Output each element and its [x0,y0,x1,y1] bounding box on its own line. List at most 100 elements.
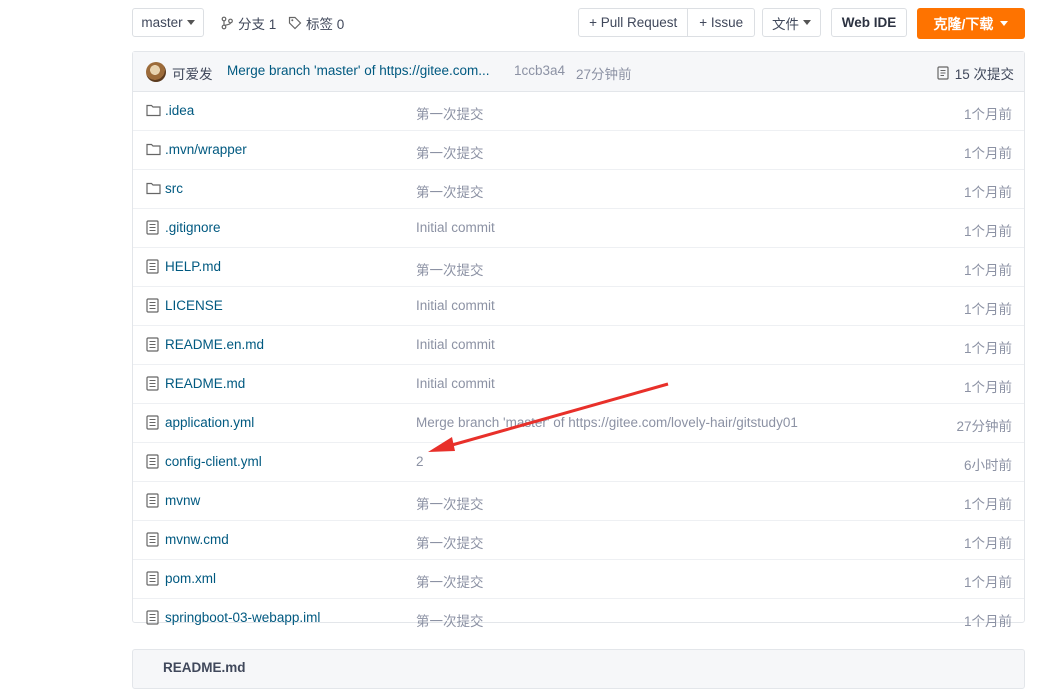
chevron-down-icon [186,20,195,25]
file-commit-message[interactable]: 第一次提交 [416,181,484,201]
file-name[interactable]: mvnw.cmd [165,532,229,547]
tag-icon [288,16,302,29]
file-commit-message[interactable]: 第一次提交 [416,610,484,630]
file-row[interactable]: .idea 第一次提交 1个月前 [133,92,1024,131]
file-commit-time: 1个月前 [963,146,1012,161]
file-commit-time: 1个月前 [963,302,1012,317]
commit-message[interactable]: Merge branch 'master' of https://gitee.c… [227,63,490,78]
file-icon [146,220,159,238]
file-icon [146,454,159,472]
file-commit-message[interactable]: Initial commit [416,220,495,235]
latest-commit-bar: 可爱发 Merge branch 'master' of https://git… [133,52,1024,92]
file-commit-message[interactable]: 第一次提交 [416,103,484,123]
file-name[interactable]: src [165,181,183,196]
file-list: 可爱发 Merge branch 'master' of https://git… [132,51,1025,629]
file-row[interactable]: application.yml Merge branch 'master' of … [133,404,1024,443]
file-name[interactable]: pom.xml [165,571,216,586]
file-commit-message[interactable]: 第一次提交 [416,532,484,552]
file-commit-message[interactable]: Initial commit [416,376,495,391]
file-commit-time: 1个月前 [963,224,1012,239]
file-commit-message[interactable]: Initial commit [416,337,495,352]
file-commit-time: 27分钟前 [956,419,1012,434]
file-commit-message[interactable]: 第一次提交 [416,571,484,591]
file-icon [146,571,159,589]
file-menu-label: 文件 [772,16,799,32]
file-row[interactable]: mvnw.cmd 第一次提交 1个月前 [133,521,1024,560]
file-commit-message[interactable]: Initial commit [416,298,495,313]
file-commit-message[interactable]: 第一次提交 [416,142,484,162]
file-name[interactable]: application.yml [165,415,254,430]
file-commit-time: 1个月前 [963,185,1012,200]
web-ide-label: Web IDE [841,15,897,30]
chevron-down-icon [803,20,811,25]
file-row[interactable]: src 第一次提交 1个月前 [133,170,1024,209]
file-name[interactable]: HELP.md [165,259,221,274]
file-row[interactable]: .gitignore Initial commit 1个月前 [133,209,1024,248]
file-commit-time: 1个月前 [963,380,1012,395]
branches-count: 分支 1 [238,16,277,32]
commit-sha[interactable]: 1ccb3a4 [514,63,565,78]
file-commit-time: 6小时前 [963,458,1012,473]
file-commit-time: 1个月前 [963,107,1012,122]
file-name[interactable]: .gitignore [165,220,221,235]
file-icon [146,415,159,433]
branch-icon [221,16,233,29]
file-icon [146,610,159,628]
commit-count-link[interactable]: 15 次提交 [937,63,1014,83]
file-name[interactable]: .mvn/wrapper [165,142,247,157]
file-rows: .idea 第一次提交 1个月前 .mvn/wrapper 第一次提交 1个月前 src 第一… [133,92,1024,637]
file-commit-time: 1个月前 [963,614,1012,629]
file-commit-message[interactable]: 第一次提交 [416,259,484,279]
commit-author[interactable]: 可爱发 [172,63,213,83]
tags-link[interactable]: 标签 0 [288,8,344,37]
file-commit-time: 1个月前 [963,263,1012,278]
file-name[interactable]: README.en.md [165,337,264,352]
file-commit-time: 1个月前 [963,575,1012,590]
file-commit-message[interactable]: 第一次提交 [416,493,484,513]
file-commit-time: 1个月前 [963,341,1012,356]
file-commit-time: 1个月前 [963,497,1012,512]
repo-toolbar: master 分支 1 标签 0 + Pull Request + Issue … [132,8,1025,39]
readme-header: README.md [132,649,1025,689]
file-row[interactable]: mvnw 第一次提交 1个月前 [133,482,1024,521]
file-row[interactable]: springboot-03-webapp.iml 第一次提交 1个月前 [133,599,1024,637]
avatar[interactable] [146,62,166,82]
pull-request-button[interactable]: + Pull Request [579,9,687,36]
file-row[interactable]: .mvn/wrapper 第一次提交 1个月前 [133,131,1024,170]
folder-icon [146,103,161,120]
clone-label: 克隆/下载 [933,15,994,32]
file-commit-message[interactable]: 2 [416,454,424,469]
branch-select[interactable]: master [132,8,204,37]
web-ide-button[interactable]: Web IDE [831,8,907,37]
commit-count: 15 次提交 [954,67,1014,82]
file-name[interactable]: LICENSE [165,298,223,313]
file-icon [146,493,159,511]
tags-count: 标签 0 [306,16,345,32]
file-name[interactable]: README.md [165,376,245,391]
commit-history-icon [937,66,949,80]
file-name[interactable]: mvnw [165,493,200,508]
folder-icon [146,181,161,198]
file-icon [146,298,159,316]
file-name[interactable]: springboot-03-webapp.iml [165,610,320,625]
folder-icon [146,142,161,159]
file-row[interactable]: config-client.yml 2 6小时前 [133,443,1024,482]
file-row[interactable]: LICENSE Initial commit 1个月前 [133,287,1024,326]
branches-link[interactable]: 分支 1 [220,8,276,37]
clone-download-button[interactable]: 克隆/下载 [917,8,1025,39]
file-commit-message[interactable]: Merge branch 'master' of https://gitee.c… [416,415,798,430]
file-row[interactable]: HELP.md 第一次提交 1个月前 [133,248,1024,287]
commit-time: 27分钟前 [576,67,632,82]
file-icon [146,376,159,394]
issue-button[interactable]: + Issue [687,9,754,36]
branch-select-label: master [141,15,183,30]
file-row[interactable]: README.md Initial commit 1个月前 [133,365,1024,404]
file-menu-button[interactable]: 文件 [762,8,821,37]
pr-issue-group: + Pull Request + Issue [578,8,755,37]
file-row[interactable]: pom.xml 第一次提交 1个月前 [133,560,1024,599]
file-commit-time: 1个月前 [963,536,1012,551]
file-row[interactable]: README.en.md Initial commit 1个月前 [133,326,1024,365]
file-name[interactable]: config-client.yml [165,454,262,469]
file-name[interactable]: .idea [165,103,194,118]
file-icon [146,337,159,355]
